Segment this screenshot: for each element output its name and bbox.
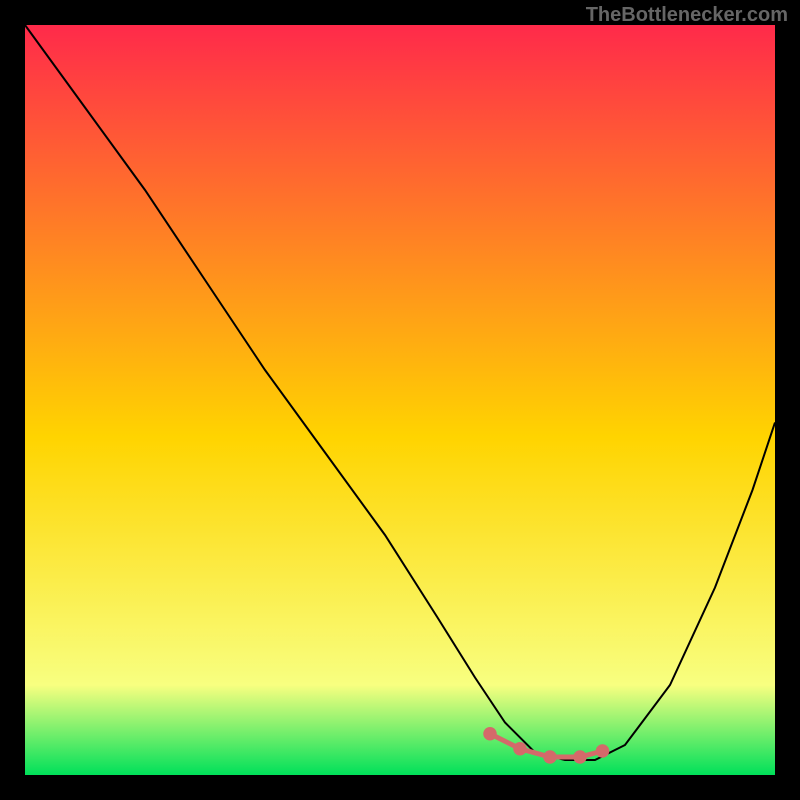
bottleneck-chart <box>25 25 775 775</box>
optimal-range-dot <box>513 742 527 756</box>
chart-svg <box>25 25 775 775</box>
watermark-text: TheBottlenecker.com <box>586 4 788 27</box>
optimal-range-dot <box>543 750 557 764</box>
optimal-range-dot <box>483 727 496 741</box>
chart-background <box>25 25 775 775</box>
optimal-range-dot <box>596 744 610 758</box>
optimal-range-dot <box>573 750 587 764</box>
